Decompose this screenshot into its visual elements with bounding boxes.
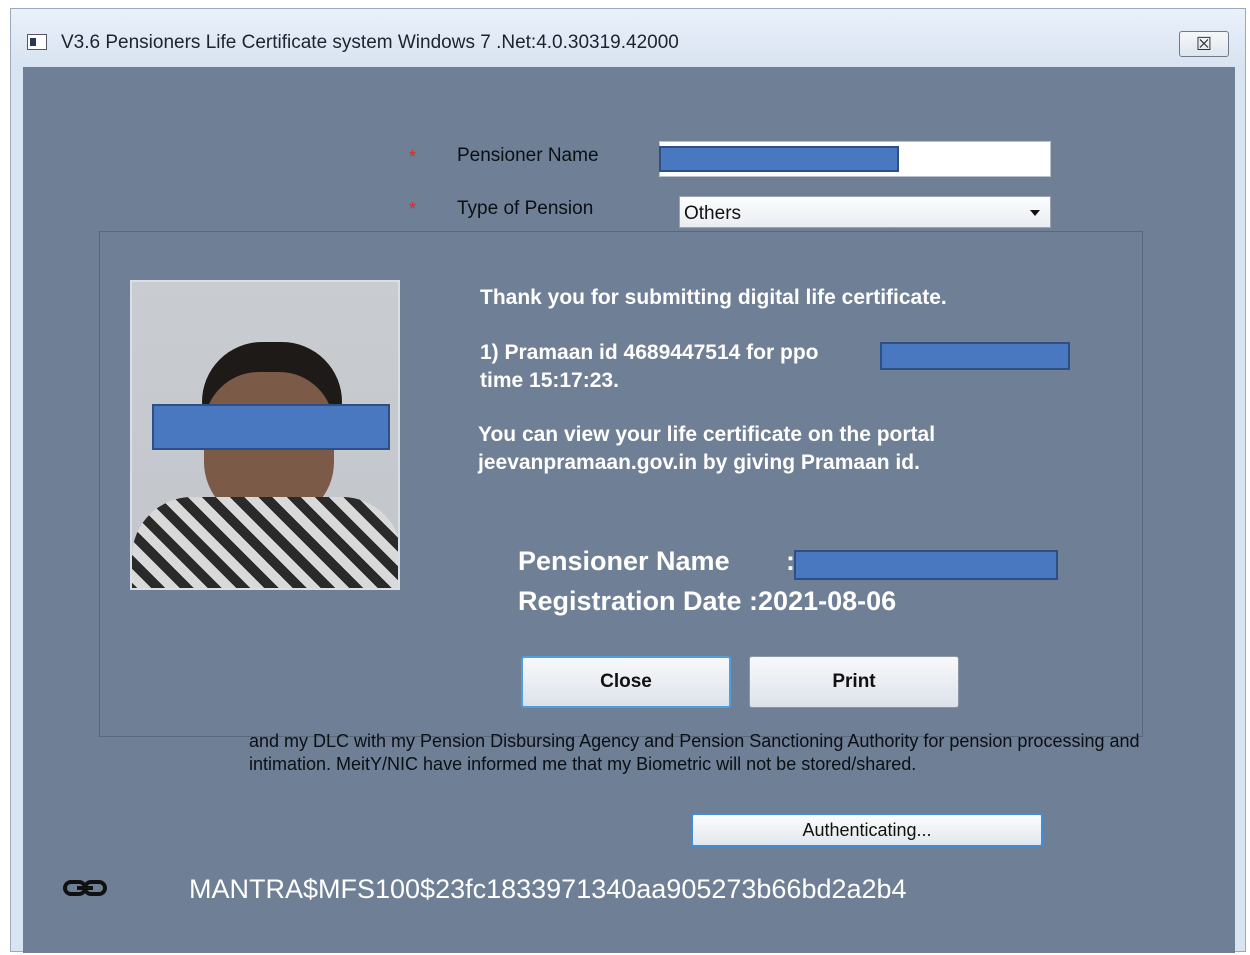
required-marker: * xyxy=(409,147,417,167)
authenticating-button[interactable]: Authenticating... xyxy=(691,813,1043,847)
app-window: V3.6 Pensioners Life Certificate system … xyxy=(10,8,1246,953)
redacted-ppo xyxy=(880,342,1070,370)
registration-date: Registration Date :2021-08-06 xyxy=(518,586,897,616)
link-icon xyxy=(63,880,107,896)
portal-line-2: jeevanpramaan.gov.in by giving Pramaan i… xyxy=(478,451,920,474)
close-button[interactable]: Close xyxy=(521,656,731,708)
pensioner-photo xyxy=(130,280,400,590)
window-title: V3.6 Pensioners Life Certificate system … xyxy=(61,32,679,53)
pensioner-name-label: Pensioner Name xyxy=(457,145,599,166)
confirmation-dialog: Thank you for submitting digital life ce… xyxy=(99,231,1143,737)
type-of-pension-label: Type of Pension xyxy=(457,198,594,219)
type-of-pension-select[interactable]: Others xyxy=(679,196,1051,228)
app-icon xyxy=(27,34,47,50)
consent-text-line-2: intimation. MeitY/NIC have informed me t… xyxy=(249,754,917,774)
redacted-name-field xyxy=(659,146,899,172)
required-marker: * xyxy=(409,199,417,219)
device-id: MANTRA$MFS100$23fc1833971340aa905273b66b… xyxy=(189,874,907,904)
consent-text-line-1: and my DLC with my Pension Disbursing Ag… xyxy=(249,731,1140,751)
type-of-pension-value: Others xyxy=(684,203,742,224)
client-area: * Pensioner Name * Type of Pension Other… xyxy=(23,67,1235,953)
pramaan-id-line: 1) Pramaan id 4689447514 for ppo xyxy=(480,341,819,364)
time-line: time 15:17:23. xyxy=(480,369,619,392)
thank-you-message: Thank you for submitting digital life ce… xyxy=(480,286,947,309)
window-close-button[interactable]: ☒ xyxy=(1179,31,1229,57)
title-bar: V3.6 Pensioners Life Certificate system … xyxy=(11,9,1245,67)
portal-line-1: You can view your life certificate on th… xyxy=(478,423,936,446)
dialog-pensioner-name-label: Pensioner Name xyxy=(518,546,730,576)
print-button[interactable]: Print xyxy=(749,656,959,708)
redacted-face-bar xyxy=(152,404,390,450)
redacted-pensioner-name xyxy=(794,550,1058,580)
chevron-down-icon xyxy=(1030,210,1040,216)
